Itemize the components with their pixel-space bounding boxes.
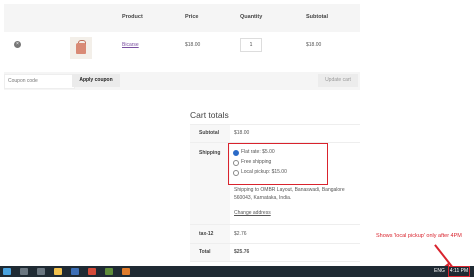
quantity-input[interactable]: 1 — [240, 38, 262, 52]
flat-rate-radio[interactable] — [233, 150, 239, 156]
divider — [190, 261, 360, 262]
product-thumbnail[interactable] — [70, 37, 92, 59]
browser-icon[interactable] — [71, 268, 79, 275]
item-price: $18.00 — [185, 42, 201, 48]
tax-value: $2.76 — [234, 231, 247, 237]
app-icon[interactable] — [122, 268, 130, 275]
divider — [190, 224, 360, 225]
change-address-link[interactable]: Change address — [234, 210, 271, 216]
tax-label: tax-12 — [199, 231, 214, 237]
col-quantity: Quantity — [240, 14, 263, 20]
app-icon[interactable] — [105, 268, 113, 275]
divider — [190, 124, 360, 125]
folder-icon[interactable] — [54, 268, 62, 275]
free-shipping-radio[interactable] — [233, 160, 239, 166]
start-icon[interactable] — [3, 268, 11, 275]
apply-coupon-button[interactable]: Apply coupon — [72, 74, 120, 87]
local-pickup-radio[interactable] — [233, 170, 239, 176]
cart-totals-title: Cart totals — [190, 110, 229, 120]
item-subtotal: $18.00 — [306, 42, 322, 48]
search-icon[interactable] — [20, 268, 28, 275]
free-shipping-label: Free shipping — [241, 159, 272, 165]
flat-rate-label: Flat rate: $5.00 — [241, 149, 275, 155]
subtotal-label: Subtotal — [199, 130, 219, 136]
col-price: Price — [185, 14, 199, 20]
col-product: Product — [122, 14, 143, 20]
product-link[interactable]: Bicarse — [122, 42, 139, 48]
total-value: $25.76 — [234, 249, 250, 255]
language-indicator[interactable]: ENG — [434, 268, 445, 274]
coupon-code-input[interactable]: Coupon code — [4, 74, 75, 89]
bag-icon — [76, 43, 86, 54]
update-cart-button[interactable]: Update cart — [318, 74, 358, 87]
shipping-label: Shipping — [199, 150, 221, 156]
annotation-note: Shows 'local pickup' only after 4PM — [376, 233, 462, 239]
subtotal-value: $18.00 — [234, 130, 250, 136]
shipping-address: Shipping to OMBR Layout, Banaswadi, Bang… — [234, 187, 345, 201]
local-pickup-label: Local pickup: $15.00 — [241, 169, 287, 175]
col-subtotal: Subtotal — [306, 14, 328, 20]
total-label: Total — [199, 249, 211, 255]
taskbar-clock[interactable]: 4:11 PM — [448, 266, 470, 277]
remove-item-icon[interactable]: × — [14, 41, 21, 48]
divider — [190, 243, 360, 244]
app-icon[interactable] — [88, 268, 96, 275]
task-view-icon[interactable] — [37, 268, 45, 275]
